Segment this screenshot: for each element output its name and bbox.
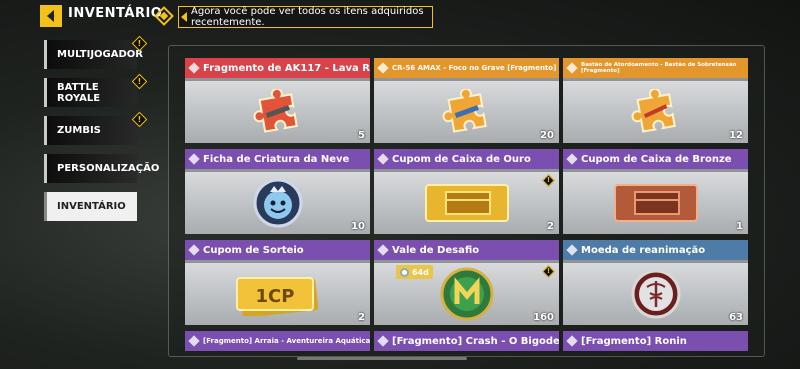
coupon-label: 1CP xyxy=(255,286,294,307)
sidebar-item-label: INVENTÁRIO xyxy=(57,201,126,212)
item-name: CR-56 AMAX - Foco no Grave [Fragmento] xyxy=(392,64,557,72)
item-quantity: 20 xyxy=(540,130,554,141)
item-card[interactable]: Fragmento de AK117 - Lava Remix 5 xyxy=(185,58,370,146)
notice-banner: Agora você pode ver todos os itens adqui… xyxy=(178,6,433,28)
item-quantity: 5 xyxy=(358,130,365,141)
item-name: Bastão de Atordoamento - Bastão de Sobre… xyxy=(581,62,737,74)
item-quantity: 1 xyxy=(736,221,743,232)
sidebar: MULTIJOGADOR ! BATTLE ROYALE ! ZUMBIS ! … xyxy=(44,35,159,230)
bronze-crate-coupon-icon xyxy=(613,184,698,222)
item-name: [Fragmento] Crash - O Bigode xyxy=(392,335,559,347)
item-name: Cupom de Sorteio xyxy=(203,244,304,256)
item-title-bar: Bastão de Atordoamento - Bastão de Sobre… xyxy=(563,58,748,78)
item-card[interactable]: Cupom de Sorteio 1CP 2 xyxy=(185,240,370,328)
sidebar-item-label: PERSONALIZAÇÃO xyxy=(57,163,160,174)
item-title-bar: [Fragmento] Ronin xyxy=(563,331,748,351)
clock-icon xyxy=(400,267,409,277)
item-card[interactable]: [Fragmento] Crash - O Bigode xyxy=(374,331,559,353)
item-title-bar: Cupom de Caixa de Ouro xyxy=(374,149,559,169)
item-card[interactable]: [Fragmento] Arraia - Aventureira Aquátic… xyxy=(185,331,370,353)
back-button[interactable] xyxy=(40,5,62,27)
inventory-grid: Fragmento de AK117 - Lava Remix 5 CR-56 … xyxy=(185,58,751,356)
item-name: Fragmento de AK117 - Lava Remix xyxy=(203,62,370,74)
item-quantity: 2 xyxy=(547,221,554,232)
item-name: Ficha de Criatura da Neve xyxy=(203,153,350,165)
timer-label: 64d xyxy=(412,267,429,277)
item-quantity: 10 xyxy=(351,221,365,232)
back-arrow-icon xyxy=(47,10,54,22)
sidebar-item-multijogador[interactable]: MULTIJOGADOR ! xyxy=(44,35,148,69)
item-name: [Fragmento] Arraia - Aventureira Aquátic… xyxy=(203,337,370,345)
item-card[interactable]: Cupom de Caixa de Bronze 1 xyxy=(563,149,748,237)
item-card[interactable]: CR-56 AMAX - Foco no Grave [Fragmento] 2… xyxy=(374,58,559,146)
sidebar-item-label: ZUMBIS xyxy=(57,125,101,136)
alert-icon: ! xyxy=(542,174,555,187)
item-title-bar: Cupom de Sorteio xyxy=(185,240,370,260)
item-title-bar: Vale de Desafio xyxy=(374,240,559,260)
sidebar-item-zumbis[interactable]: ZUMBIS ! xyxy=(44,111,148,145)
item-card[interactable]: Ficha de Criatura da Neve 10 xyxy=(185,149,370,237)
item-name: Moeda de reanimação xyxy=(581,244,706,256)
item-title-bar: Cupom de Caixa de Bronze xyxy=(563,149,748,169)
notification-icon xyxy=(154,6,174,26)
item-card[interactable]: Vale de Desafio 64d ! 160 xyxy=(374,240,559,328)
item-quantity: 160 xyxy=(533,312,554,323)
alert-icon: ! xyxy=(131,111,148,128)
snow-creature-token-icon xyxy=(253,178,302,228)
sidebar-item-personalizacao[interactable]: PERSONALIZAÇÃO xyxy=(44,154,159,183)
sidebar-item-label: MULTIJOGADOR xyxy=(57,49,144,60)
item-card[interactable]: [Fragmento] Ronin xyxy=(563,331,748,353)
alert-icon: ! xyxy=(542,265,555,278)
sidebar-item-battle-royale[interactable]: BATTLE ROYALE ! xyxy=(44,73,148,107)
item-quantity: 12 xyxy=(729,130,743,141)
weapon-fragment-icon xyxy=(631,89,676,133)
item-card[interactable]: Moeda de reanimação 63 xyxy=(563,240,748,328)
expiry-timer: 64d xyxy=(396,265,433,279)
revive-coin-icon xyxy=(631,269,680,319)
item-name: Cupom de Caixa de Bronze xyxy=(581,153,732,165)
item-name: [Fragmento] Ronin xyxy=(581,335,687,347)
item-title-bar: Moeda de reanimação xyxy=(563,240,748,260)
item-quantity: 63 xyxy=(729,312,743,323)
item-name: Vale de Desafio xyxy=(392,244,480,256)
weapon-fragment-icon xyxy=(442,89,487,133)
gold-crate-coupon-icon xyxy=(424,184,509,222)
sidebar-item-label: BATTLE ROYALE xyxy=(57,81,101,104)
weapon-fragment-icon xyxy=(253,89,298,133)
sidebar-item-inventario[interactable]: INVENTÁRIO xyxy=(44,192,137,221)
item-title-bar: CR-56 AMAX - Foco no Grave [Fragmento] xyxy=(374,58,559,78)
item-name: Cupom de Caixa de Ouro xyxy=(392,153,531,165)
item-card[interactable]: Cupom de Caixa de Ouro ! 2 xyxy=(374,149,559,237)
item-title-bar: [Fragmento] Crash - O Bigode xyxy=(374,331,559,351)
inventory-panel: Fragmento de AK117 - Lava Remix 5 CR-56 … xyxy=(168,45,765,357)
item-card[interactable]: Bastão de Atordoamento - Bastão de Sobre… xyxy=(563,58,748,146)
item-title-bar: [Fragmento] Arraia - Aventureira Aquátic… xyxy=(185,331,370,351)
challenge-voucher-icon xyxy=(440,267,493,321)
horizontal-scrollbar[interactable] xyxy=(297,357,467,360)
item-title-bar: Fragmento de AK117 - Lava Remix xyxy=(185,58,370,78)
page-title: INVENTÁRIO xyxy=(68,6,163,21)
lucky-draw-coupon-icon: 1CP xyxy=(235,277,318,316)
item-title-bar: Ficha de Criatura da Neve xyxy=(185,149,370,169)
item-quantity: 2 xyxy=(358,312,365,323)
